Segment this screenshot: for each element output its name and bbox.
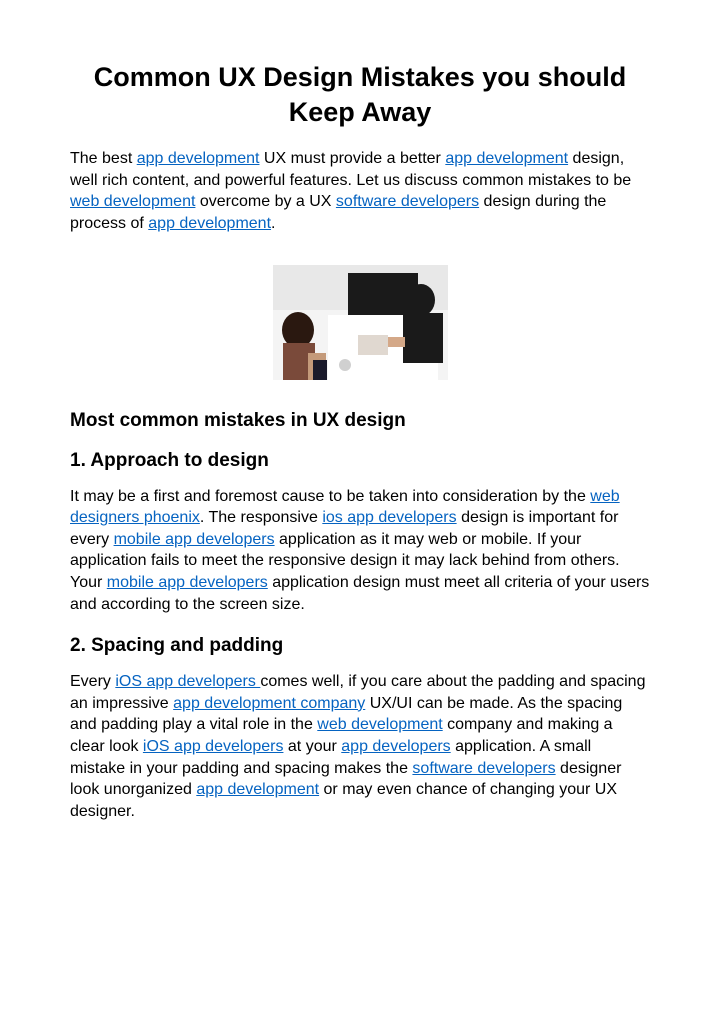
body-text: Every: [70, 673, 115, 690]
link-app-development[interactable]: app development: [148, 215, 271, 232]
link-app-development-company[interactable]: app development company: [173, 695, 365, 712]
link-software-developers[interactable]: software developers: [336, 193, 479, 210]
section-1-heading: 1. Approach to design: [70, 450, 650, 472]
link-ios-app-developers[interactable]: iOS app developers: [115, 673, 260, 690]
intro-text: The best: [70, 150, 137, 167]
link-app-developers[interactable]: app developers: [341, 738, 450, 755]
link-ios-app-developers[interactable]: ios app developers: [322, 509, 456, 526]
page-title: Common UX Design Mistakes you should Kee…: [70, 60, 650, 130]
link-app-development[interactable]: app development: [137, 150, 260, 167]
intro-text: .: [271, 215, 275, 232]
link-mobile-app-developers[interactable]: mobile app developers: [107, 574, 268, 591]
link-software-developers[interactable]: software developers: [412, 760, 555, 777]
link-web-development[interactable]: web development: [70, 193, 195, 210]
link-app-development[interactable]: app development: [445, 150, 568, 167]
body-text: . The responsive: [200, 509, 322, 526]
section-2-heading: 2. Spacing and padding: [70, 635, 650, 657]
article-image: [273, 265, 448, 380]
body-text: It may be a first and foremost cause to …: [70, 488, 590, 505]
link-web-development[interactable]: web development: [317, 716, 442, 733]
section-1-body: It may be a first and foremost cause to …: [70, 486, 650, 616]
section-2-body: Every iOS app developers comes well, if …: [70, 671, 650, 822]
intro-text: UX must provide a better: [259, 150, 445, 167]
link-app-development[interactable]: app development: [196, 781, 319, 798]
link-mobile-app-developers[interactable]: mobile app developers: [114, 531, 275, 548]
body-text: at your: [283, 738, 341, 755]
subheading: Most common mistakes in UX design: [70, 410, 650, 432]
intro-paragraph: The best app development UX must provide…: [70, 148, 650, 234]
intro-text: overcome by a UX: [195, 193, 336, 210]
link-ios-app-developers[interactable]: iOS app developers: [143, 738, 284, 755]
